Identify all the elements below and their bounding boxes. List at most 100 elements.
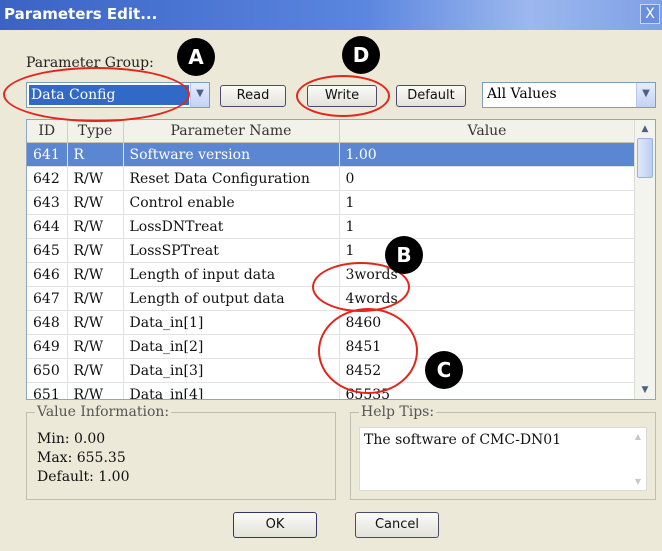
table-row[interactable]: 643 R/W Control enable 1 (27, 190, 636, 215)
row-id: 649 (27, 334, 68, 359)
annotation-marker-b: B (385, 236, 423, 274)
row-id: 645 (27, 238, 68, 263)
value-min: Min: 0.00 (37, 431, 106, 447)
table-row[interactable]: 641 R Software version 1.00 (27, 142, 636, 167)
help-tips-text: The software of CMC-DN01 (364, 432, 562, 448)
annotation-marker-d-label: D (352, 43, 370, 67)
chevron-down-icon[interactable]: ▼ (190, 83, 209, 107)
annotation-marker-d: D (342, 36, 380, 74)
column-header-type[interactable]: Type (67, 120, 124, 143)
row-value[interactable]: 0 (339, 166, 636, 191)
row-value[interactable]: 1 (339, 238, 636, 263)
row-parameter-name: Data_in[1] (123, 310, 340, 335)
table-row[interactable]: 648 R/W Data_in[1] 8460 (27, 310, 636, 335)
table-row[interactable]: 646 R/W Length of input data 3words (27, 262, 636, 287)
row-type: R (67, 142, 124, 167)
grid-header-row: ID Type Parameter Name Value (27, 120, 636, 143)
write-button[interactable]: Write (307, 85, 377, 107)
row-parameter-name: LossDNTreat (123, 214, 340, 239)
row-parameter-name: Data_in[4] (123, 382, 340, 399)
value-max: Max: 655.35 (37, 450, 126, 466)
scroll-up-icon[interactable]: ▲ (630, 432, 646, 441)
annotation-marker-c: C (425, 351, 463, 389)
value-filter-select[interactable]: All Values ▼ (482, 82, 656, 108)
row-id: 641 (27, 142, 68, 167)
value-filter-value: All Values (487, 86, 557, 102)
row-type: R/W (67, 262, 124, 287)
table-row[interactable]: 644 R/W LossDNTreat 1 (27, 214, 636, 239)
row-id: 650 (27, 358, 68, 383)
window-title: Parameters Edit... (4, 5, 158, 23)
ok-button[interactable]: OK (233, 512, 317, 538)
annotation-marker-a-label: A (188, 45, 204, 69)
scroll-down-icon[interactable]: ▼ (636, 381, 654, 399)
table-row[interactable]: 650 R/W Data_in[3] 8452 (27, 358, 636, 383)
row-value[interactable]: 1.00 (339, 142, 636, 167)
row-id: 644 (27, 214, 68, 239)
table-row[interactable]: 645 R/W LossSPTreat 1 (27, 238, 636, 263)
parameter-group-label: Parameter Group: (26, 55, 154, 71)
chevron-down-icon[interactable]: ▼ (636, 83, 655, 107)
write-button-label: Write (324, 88, 360, 103)
table-row[interactable]: 642 R/W Reset Data Configuration 0 (27, 166, 636, 191)
table-row[interactable]: 647 R/W Length of output data 4words (27, 286, 636, 311)
row-value[interactable]: 4words (339, 286, 636, 311)
read-button[interactable]: Read (220, 85, 286, 107)
table-row[interactable]: 651 R/W Data_in[4] 65535 (27, 382, 636, 399)
row-type: R/W (67, 310, 124, 335)
column-header-parameter-name[interactable]: Parameter Name (123, 120, 340, 143)
value-information-title: Value Information: (35, 404, 172, 420)
annotation-marker-a: A (177, 38, 215, 76)
row-type: R/W (67, 334, 124, 359)
parameter-grid: ID Type Parameter Name Value 641 R Softw… (26, 119, 656, 400)
row-id: 648 (27, 310, 68, 335)
annotation-marker-c-label: C (436, 358, 452, 382)
row-type: R/W (67, 286, 124, 311)
close-icon: X (645, 6, 655, 22)
row-id: 643 (27, 190, 68, 215)
row-parameter-name: LossSPTreat (123, 238, 340, 263)
row-type: R/W (67, 166, 124, 191)
parameter-group-value: Data Config (29, 85, 189, 105)
read-button-label: Read (236, 88, 270, 103)
row-id: 642 (27, 166, 68, 191)
help-tips-textbox: The software of CMC-DN01 ▲ ▼ (359, 427, 647, 491)
scroll-down-icon[interactable]: ▼ (630, 477, 646, 486)
table-row[interactable]: 649 R/W Data_in[2] 8451 (27, 334, 636, 359)
help-tips-title: Help Tips: (359, 404, 437, 420)
column-header-id[interactable]: ID (27, 120, 68, 143)
scroll-thumb[interactable] (637, 138, 653, 178)
help-tips-group: Help Tips: The software of CMC-DN01 ▲ ▼ (350, 404, 656, 500)
scroll-up-icon[interactable]: ▲ (636, 120, 654, 138)
row-id: 647 (27, 286, 68, 311)
column-header-value[interactable]: Value (339, 120, 636, 143)
help-tips-scrollbar[interactable]: ▲ ▼ (630, 428, 646, 490)
row-id: 646 (27, 262, 68, 287)
row-value[interactable]: 8452 (339, 358, 636, 383)
parameter-group-select[interactable]: Data Config ▼ (26, 82, 210, 108)
row-value[interactable]: 1 (339, 190, 636, 215)
row-parameter-name: Control enable (123, 190, 340, 215)
row-value[interactable]: 65535 (339, 382, 636, 399)
row-type: R/W (67, 214, 124, 239)
row-parameter-name: Data_in[2] (123, 334, 340, 359)
row-parameter-name: Length of output data (123, 286, 340, 311)
row-value[interactable]: 3words (339, 262, 636, 287)
row-parameter-name: Data_in[3] (123, 358, 340, 383)
title-bar: Parameters Edit... X (0, 0, 662, 30)
annotation-marker-b-label: B (396, 243, 412, 267)
default-button[interactable]: Default (396, 85, 466, 107)
row-value[interactable]: 8451 (339, 334, 636, 359)
parameters-edit-dialog: Parameters Edit... X Parameter Group: Da… (0, 0, 662, 551)
grid-vertical-scrollbar[interactable]: ▲ ▼ (634, 120, 655, 399)
row-value[interactable]: 1 (339, 214, 636, 239)
cancel-button-label: Cancel (374, 517, 420, 532)
row-value[interactable]: 8460 (339, 310, 636, 335)
value-information-group: Value Information: Min: 0.00 Max: 655.35… (26, 404, 336, 500)
cancel-button[interactable]: Cancel (355, 512, 439, 538)
default-button-label: Default (407, 88, 455, 103)
row-type: R/W (67, 382, 124, 399)
close-button[interactable]: X (640, 4, 660, 24)
row-id: 651 (27, 382, 68, 399)
row-parameter-name: Software version (123, 142, 340, 167)
